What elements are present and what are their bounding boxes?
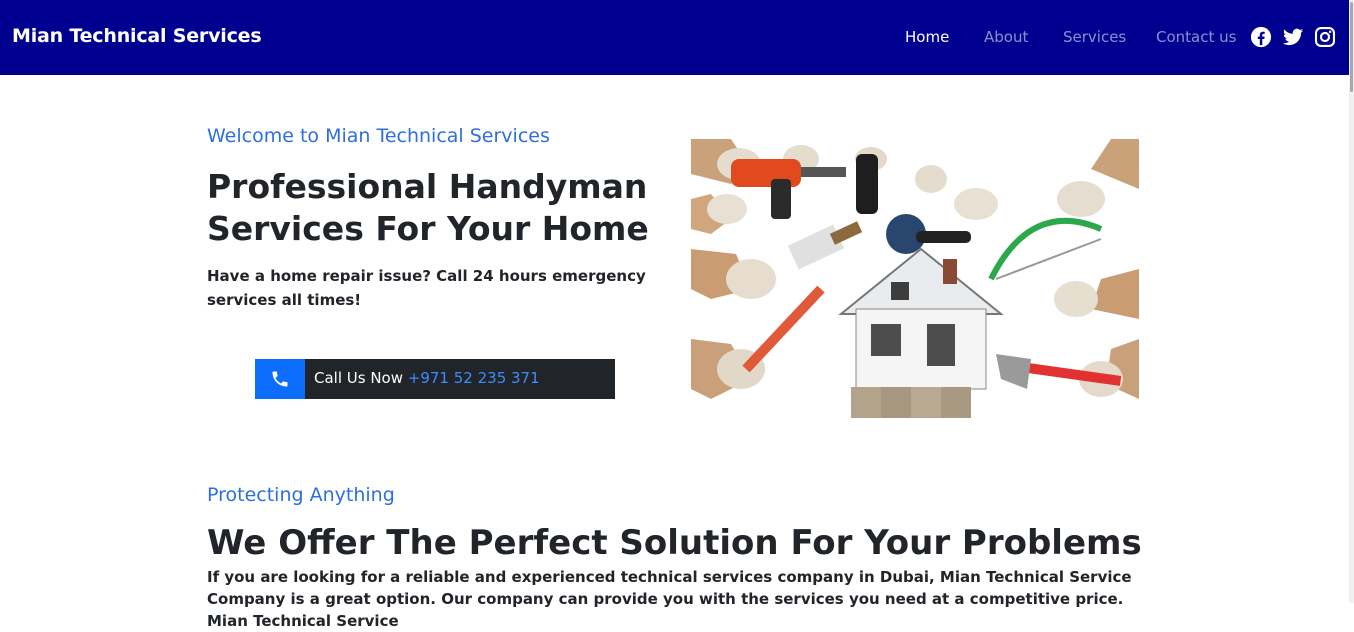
section-text: If you are looking for a reliable and ex…: [207, 568, 1132, 630]
nav-link-about[interactable]: About: [984, 28, 1028, 46]
section-title: We Offer The Perfect Solution For Your P…: [207, 523, 1142, 563]
nav-link-home[interactable]: Home: [905, 28, 949, 46]
handyman-tools-house-illustration: [691, 139, 1139, 418]
phone-number[interactable]: +971 52 235 371: [408, 369, 540, 387]
nav-link-contact[interactable]: Contact us: [1156, 28, 1236, 46]
brand-logo-text[interactable]: Mian Technical Services: [12, 25, 262, 47]
call-button-label: Call Us Now: [314, 369, 403, 387]
instagram-icon[interactable]: [1314, 26, 1336, 48]
hero-image: [691, 139, 1139, 418]
phone-icon: [272, 371, 288, 387]
hero-subtitle: Have a home repair issue? Call 24 hours …: [207, 267, 646, 309]
hero-eyebrow: Welcome to Mian Technical Services: [207, 125, 550, 147]
facebook-icon[interactable]: [1250, 26, 1272, 48]
nav-link-services[interactable]: Services: [1063, 28, 1126, 46]
call-button-text: Call Us Now +971 52 235 371: [314, 369, 540, 387]
navbar: Mian Technical Services Home About Servi…: [0, 0, 1349, 75]
call-us-button[interactable]: Call Us Now +971 52 235 371: [255, 359, 615, 399]
scrollbar-thumb[interactable]: [1350, 2, 1353, 92]
section-eyebrow: Protecting Anything: [207, 484, 395, 506]
hero-title: Professional Handyman Services For Your …: [207, 167, 649, 248]
call-icon-box: [255, 359, 305, 399]
page-scrollbar[interactable]: [1349, 0, 1354, 603]
twitter-icon[interactable]: [1282, 26, 1304, 48]
